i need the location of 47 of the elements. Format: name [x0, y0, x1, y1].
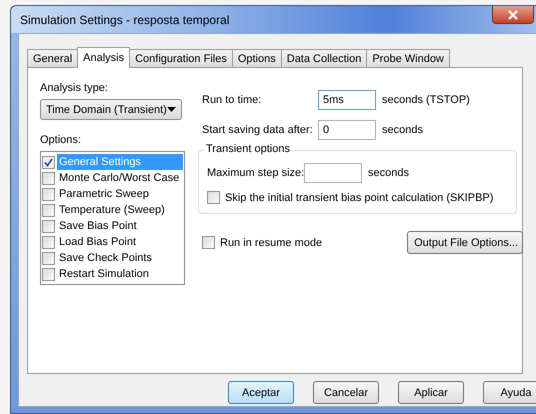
option-item[interactable]: Load Bias Point [57, 234, 138, 250]
tab[interactable]: Configuration Files [129, 49, 233, 67]
dialog-button[interactable]: Aplicar [398, 381, 464, 404]
tab[interactable]: Analysis [77, 47, 130, 68]
unit-label: seconds (TSTOP) [382, 94, 470, 106]
tab[interactable]: General [27, 49, 78, 67]
dialog-button[interactable]: Ayuda [483, 381, 536, 404]
dialog-button[interactable]: Aceptar [228, 381, 294, 404]
close-icon [507, 10, 519, 20]
max-step-label: Maximum step size: [207, 167, 304, 179]
option-item[interactable]: Save Bias Point [57, 218, 139, 234]
unit-label: seconds [382, 124, 423, 136]
checkbox[interactable] [42, 268, 55, 280]
max-step-field[interactable] [304, 163, 362, 183]
option-item[interactable]: Monte Carlo/Worst Case [57, 170, 182, 186]
tab[interactable]: Options [232, 49, 282, 67]
checkbox[interactable] [42, 220, 55, 232]
window-title: Simulation Settings - resposta temporal [20, 12, 230, 26]
output-file-options-button[interactable]: Output File Options... [407, 231, 524, 254]
analysis-type-label: Analysis type: [40, 81, 109, 95]
checkbox-label: Run in resume mode [220, 236, 322, 248]
checkbox[interactable] [42, 156, 55, 168]
checkbox[interactable] [207, 191, 220, 204]
options-label: Options: [40, 133, 82, 147]
checkbox-label: Skip the initial transient bias point calculation (SKIPBP) [225, 192, 494, 204]
tab[interactable]: Probe Window [366, 49, 450, 67]
checkbox[interactable] [42, 204, 55, 216]
run-to-time-field[interactable]: 5ms [318, 90, 376, 110]
run-to-time-label: Run to time: [202, 94, 262, 106]
start-saving-field[interactable]: 0 [318, 120, 376, 140]
option-item[interactable]: Parametric Sweep [57, 186, 151, 202]
close-button[interactable] [492, 6, 534, 24]
caret-icon [167, 107, 176, 112]
start-saving-label: Start saving data after: [202, 124, 314, 136]
checkbox[interactable] [202, 236, 215, 249]
option-item[interactable]: Temperature (Sweep) [57, 202, 167, 218]
unit-label: seconds [368, 167, 409, 179]
checkbox[interactable] [42, 236, 55, 248]
checkbox[interactable] [42, 188, 55, 200]
dialog-button[interactable]: Cancelar [313, 381, 379, 404]
option-item[interactable]: Save Check Points [57, 250, 154, 266]
tab[interactable]: Data Collection [280, 49, 368, 67]
analysis-type-dropdown[interactable]: Time Domain (Transient) [40, 99, 182, 120]
checkbox[interactable] [42, 252, 55, 264]
checkbox[interactable] [42, 172, 55, 184]
option-item[interactable]: Restart Simulation [57, 266, 151, 282]
group-title: Transient options [204, 143, 292, 155]
